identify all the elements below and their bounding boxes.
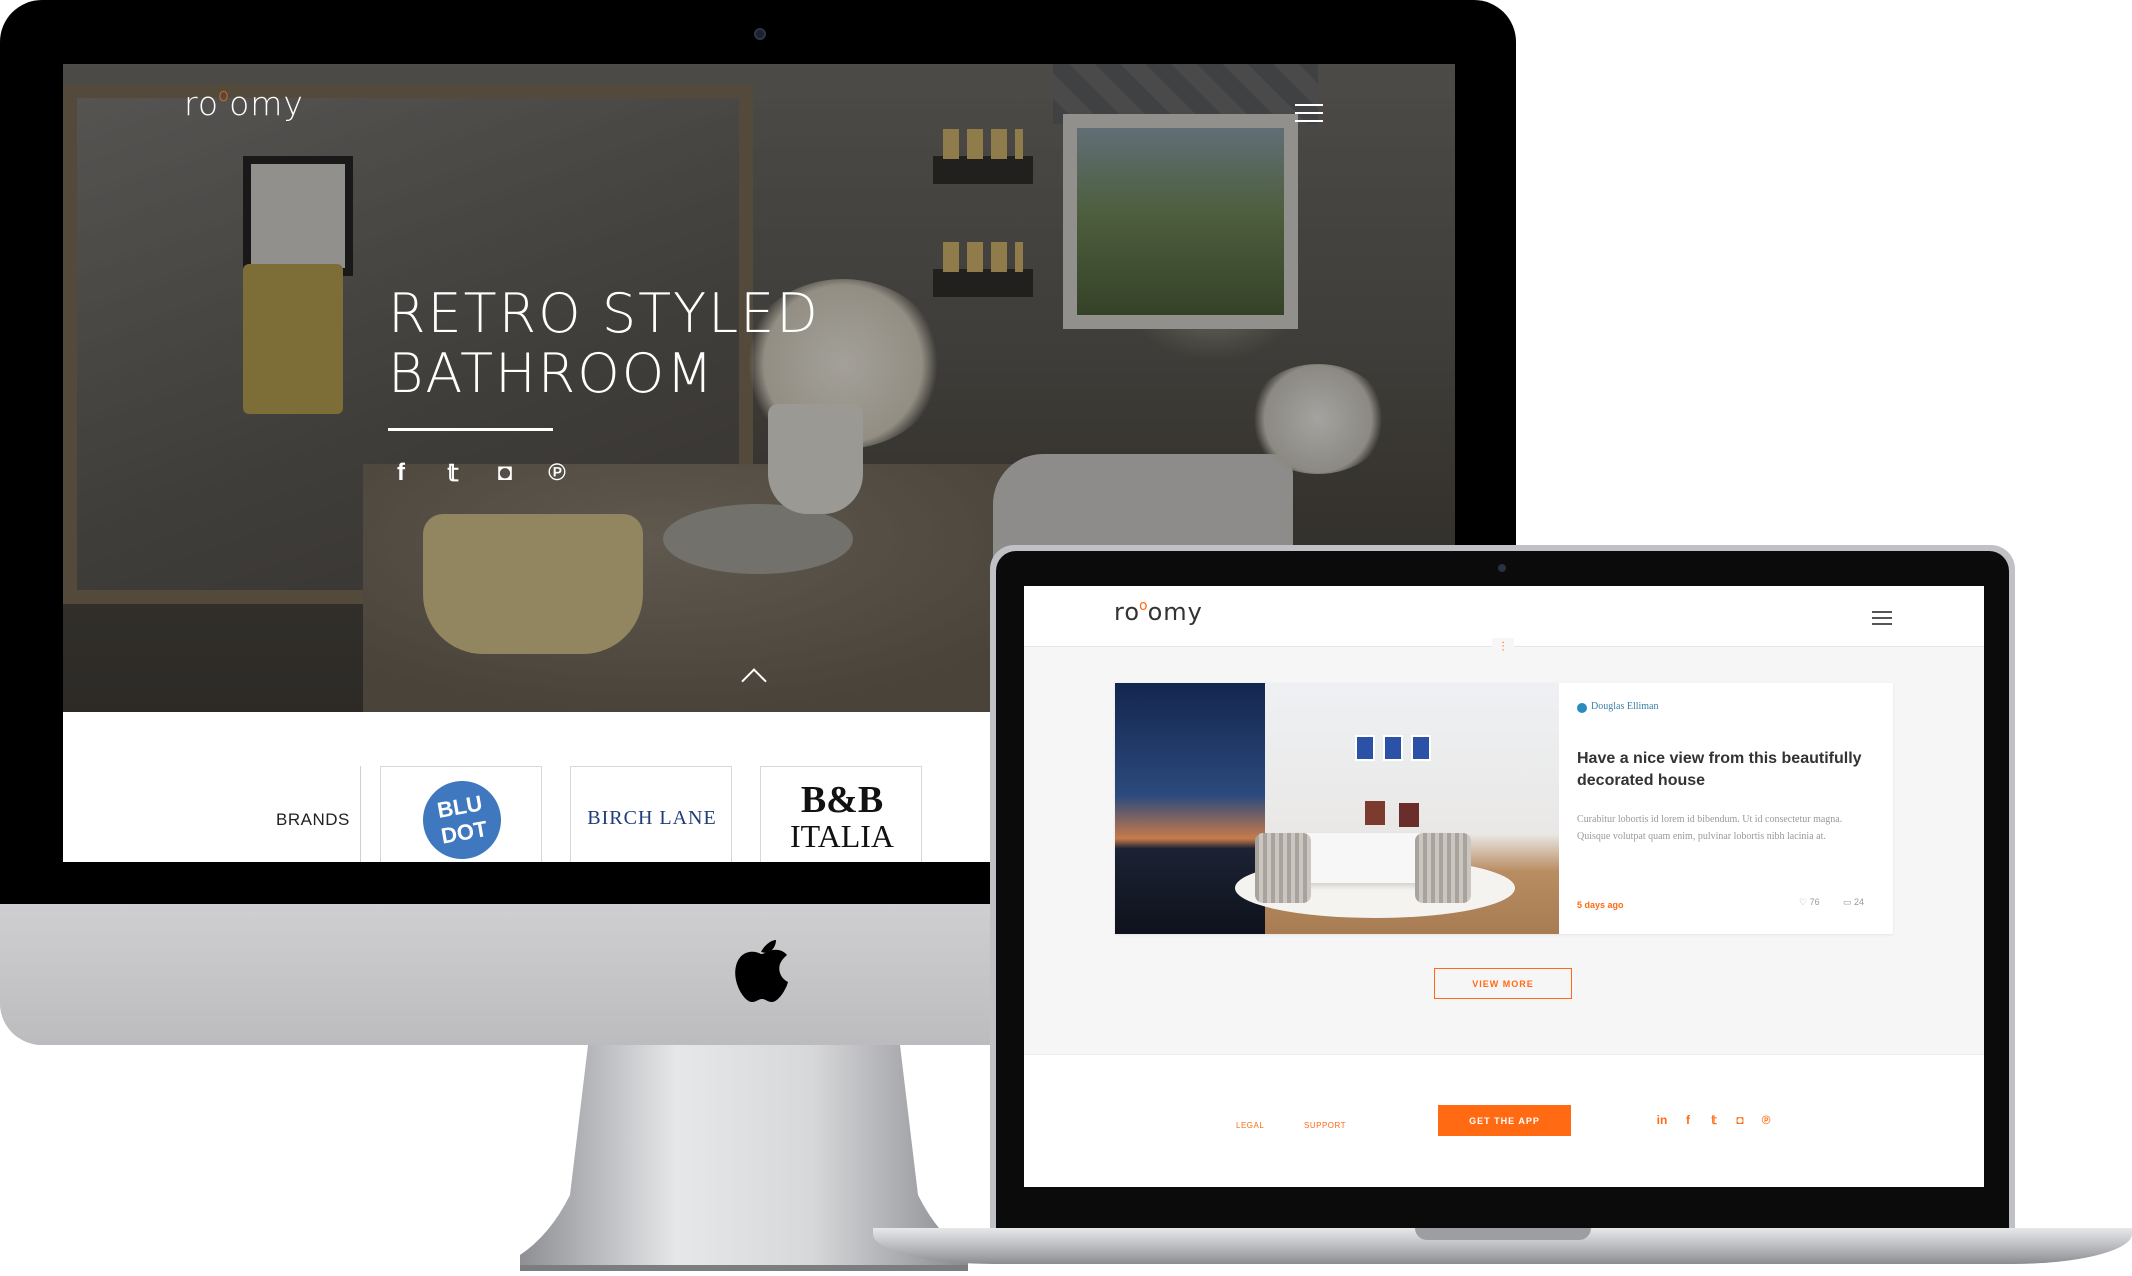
view-more-button[interactable]: VIEW MORE: [1434, 968, 1572, 999]
brand-tile-birch-lane[interactable]: BIRCH LANE: [570, 766, 732, 862]
brand-tile-bludot[interactable]: BLU DOT: [380, 766, 542, 862]
footer-link-legal[interactable]: LEGAL: [1236, 1121, 1264, 1130]
apple-logo-icon: [735, 940, 788, 1002]
birch-lane-logo: BIRCH LANE: [587, 807, 717, 829]
window-image: [1411, 735, 1431, 761]
pinterest-icon[interactable]: ℗: [544, 459, 570, 489]
brand-tile-bb-italia[interactable]: B&B ITALIA: [760, 766, 922, 862]
window-image: [1383, 735, 1403, 761]
painting-image: [1365, 801, 1385, 825]
twitter-icon[interactable]: 𝕥: [1708, 1113, 1720, 1127]
macbook-camera: [1498, 564, 1506, 572]
title-underline: [388, 428, 553, 431]
instagram-icon[interactable]: ◘: [1734, 1113, 1746, 1127]
linkedin-icon[interactable]: in: [1656, 1113, 1668, 1127]
brand-logo-icon: [1577, 703, 1587, 713]
menu-icon[interactable]: [1295, 104, 1323, 122]
hero-title-line: BATHROOM: [388, 342, 715, 405]
filter-icon[interactable]: ⫶: [1492, 638, 1514, 656]
facebook-icon[interactable]: f: [388, 459, 414, 489]
hero-title: RETRO STYLED BATHROOM: [388, 284, 988, 404]
card-brand: Douglas Elliman: [1591, 701, 1659, 712]
roomy-logo[interactable]: rooomy: [184, 84, 304, 123]
article-image: [1115, 683, 1559, 934]
logo-accent: o: [1139, 598, 1149, 614]
logo-text: ro: [1114, 598, 1141, 626]
logo-text: omy: [229, 84, 304, 123]
chair-image: [1415, 833, 1471, 903]
facebook-icon[interactable]: f: [1682, 1113, 1694, 1127]
brand-logo-line: B&B: [800, 779, 884, 821]
hero-title-line: RETRO STYLED: [388, 282, 820, 345]
logo-accent: o: [218, 85, 231, 106]
brands-divider: [360, 766, 361, 862]
macbook-notch: [1415, 1228, 1591, 1240]
window-image: [1355, 735, 1375, 761]
card-date: 5 days ago: [1577, 900, 1624, 910]
menu-icon[interactable]: [1872, 611, 1892, 625]
footer-social-links: in f 𝕥 ◘ ℗: [1656, 1113, 1772, 1127]
chair-image: [1255, 833, 1311, 903]
brand-logo-line: ITALIA: [789, 818, 895, 854]
logo-text: omy: [1147, 598, 1203, 626]
instagram-icon[interactable]: ◘: [492, 459, 518, 489]
card-excerpt: Curabitur lobortis id lorem id bibendum.…: [1577, 814, 1843, 842]
likes-count[interactable]: ♡ 76: [1799, 897, 1820, 908]
bb-italia-logo: B&B ITALIA: [761, 779, 923, 854]
site-footer: LEGAL SUPPORT GET THE APP in f 𝕥 ◘ ℗: [1024, 1054, 1984, 1187]
bludot-logo: BLU DOT: [416, 774, 508, 862]
roomy-logo[interactable]: rooomy: [1114, 598, 1203, 626]
card-title[interactable]: Have a nice view from this beautifully d…: [1577, 748, 1867, 792]
footer-link-support[interactable]: SUPPORT: [1304, 1121, 1346, 1130]
logo-text: ro: [184, 84, 220, 123]
brands-label: BRANDS: [276, 810, 350, 829]
macbook-screen: rooomy ⫶ Douglas Elliman Have a nice vie…: [1024, 586, 1984, 1187]
article-card[interactable]: Douglas Elliman Have a nice view from th…: [1115, 683, 1893, 934]
twitter-icon[interactable]: 𝕥: [440, 459, 466, 489]
pinterest-icon[interactable]: ℗: [1760, 1113, 1772, 1127]
get-the-app-button[interactable]: GET THE APP: [1438, 1105, 1571, 1136]
painting-image: [1399, 803, 1419, 827]
social-links: f 𝕥 ◘ ℗: [388, 459, 570, 489]
comments-count[interactable]: ▭ 24: [1843, 897, 1864, 908]
imac-camera: [754, 28, 766, 40]
